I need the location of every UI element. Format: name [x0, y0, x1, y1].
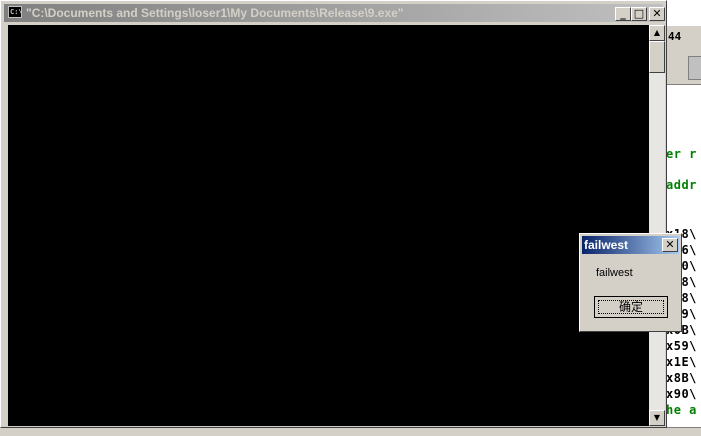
scroll-thumb[interactable] — [649, 41, 665, 73]
console-output[interactable] — [8, 25, 649, 426]
close-button[interactable]: ✕ — [649, 7, 665, 21]
failwest-dialog: failwest ✕ failwest 确定 — [579, 233, 682, 332]
code-line: addr — [666, 178, 697, 192]
code-line: er r — [666, 147, 697, 161]
dialog-titlebar[interactable]: failwest ✕ — [582, 236, 679, 254]
dialog-title: failwest — [584, 238, 629, 252]
code-line: he a — [666, 403, 697, 417]
code-line: x59\ — [666, 339, 697, 353]
scroll-up-button[interactable]: ▲ — [649, 25, 665, 41]
dialog-close-button[interactable]: ✕ — [662, 238, 678, 252]
dialog-message: failwest — [596, 267, 633, 279]
code-line: x8B\ — [666, 371, 697, 385]
code-line: x1E\ — [666, 355, 697, 369]
minimize-button[interactable]: _ — [615, 7, 631, 21]
console-window: C:\ "C:\Documents and Settings\loser1\My… — [0, 0, 667, 428]
ok-button[interactable]: 确定 — [594, 296, 668, 318]
toolbar-find-icon[interactable]: 44 — [668, 30, 681, 43]
maximize-button[interactable]: □ — [631, 7, 647, 21]
scroll-down-button[interactable]: ▼ — [649, 410, 665, 426]
console-title: "C:\Documents and Settings\loser1\My Doc… — [26, 6, 404, 20]
toolbar-button[interactable] — [688, 56, 701, 80]
console-icon[interactable]: C:\ — [8, 6, 23, 18]
code-line: x90\ — [666, 387, 697, 401]
vertical-scrollbar[interactable]: ▲ ▼ — [649, 25, 665, 426]
console-titlebar[interactable]: C:\ "C:\Documents and Settings\loser1\My… — [4, 4, 665, 22]
